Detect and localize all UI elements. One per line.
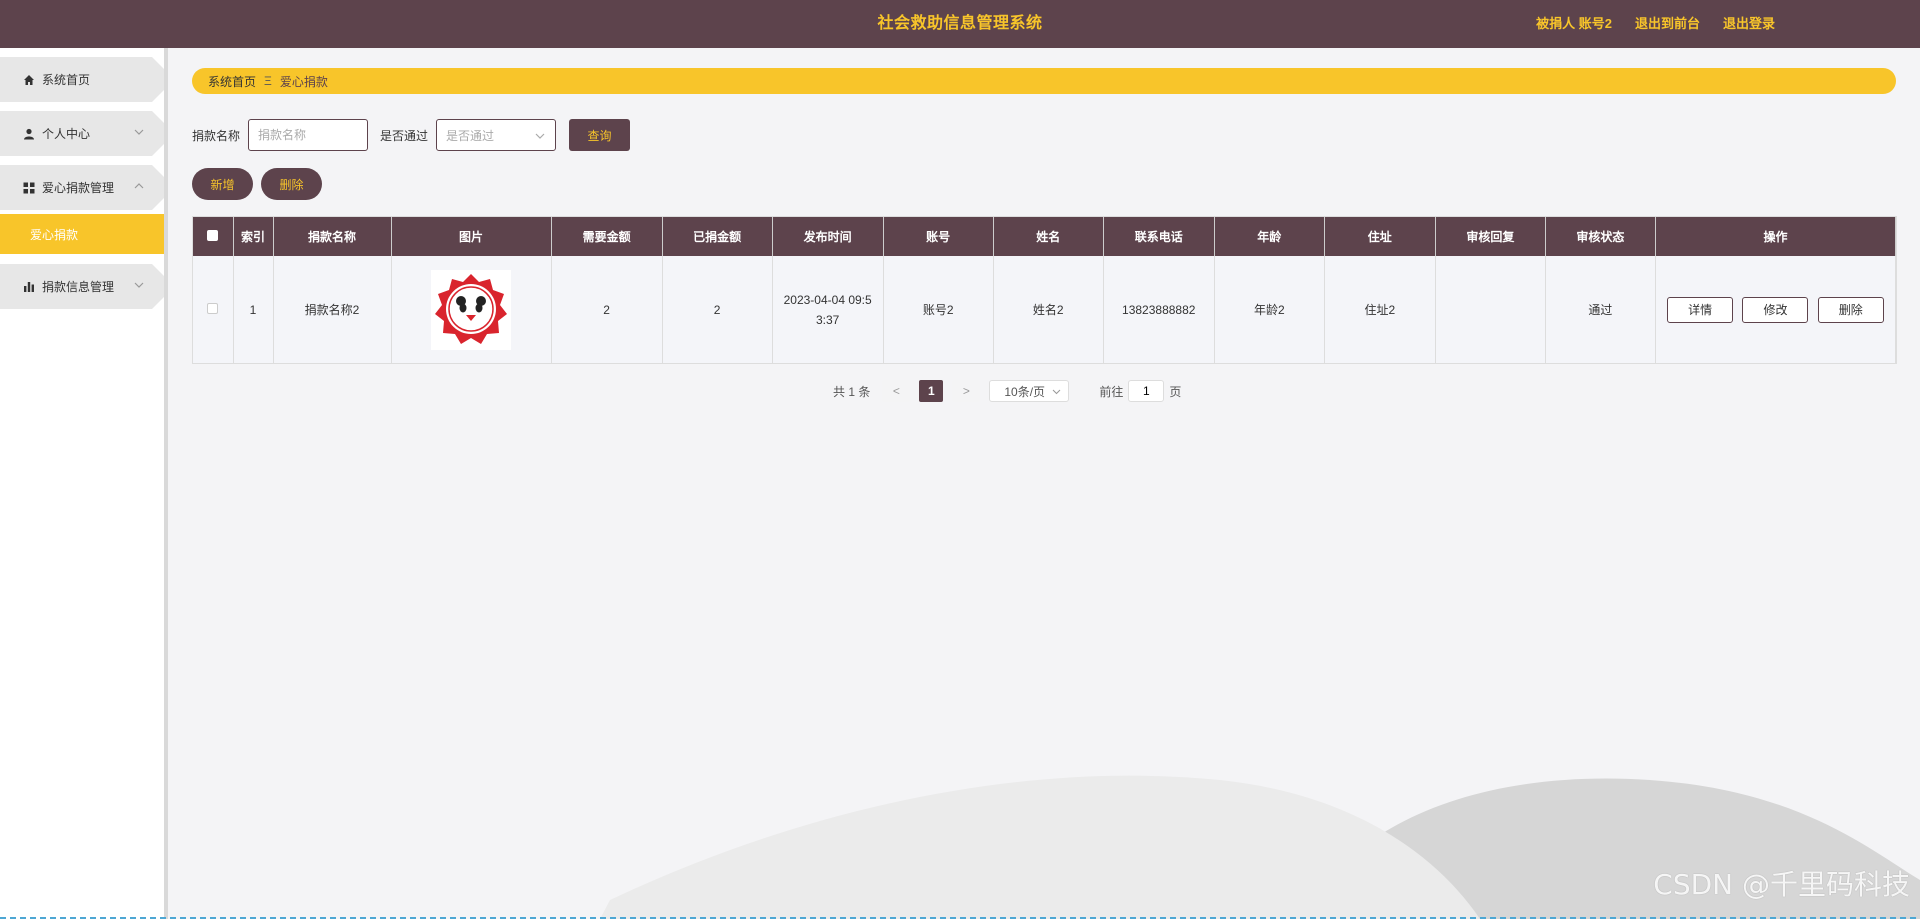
pagination-total: 共 1 条 <box>833 384 871 399</box>
home-icon <box>22 73 36 87</box>
cell-age: 年龄2 <box>1214 256 1325 363</box>
column-header: 已捐金额 <box>662 217 773 256</box>
sidebar-item-donation-info-management[interactable]: 捐款信息管理 <box>0 264 164 309</box>
row-checkbox[interactable] <box>207 302 219 314</box>
edit-button[interactable]: 修改 <box>1742 296 1809 323</box>
goto-page: 前往 页 <box>1099 380 1181 402</box>
sidebar-item-home[interactable]: 系统首页 <box>0 57 164 102</box>
cell-operations: 详情 修改 删除 <box>1655 256 1897 363</box>
pass-status-select[interactable]: 是否通过 <box>436 119 557 151</box>
data-table: 索引 捐款名称 图片 需要金额 已捐金额 发布时间 账号 姓名 联系电话 年龄 … <box>192 216 1897 364</box>
cell-realname: 姓名2 <box>993 256 1104 363</box>
pass-status-label: 是否通过 <box>380 128 429 143</box>
goto-prefix: 前往 <box>1099 384 1124 399</box>
breadcrumb-separator: Ξ <box>264 74 272 88</box>
sidebar-item-label: 系统首页 <box>42 73 91 87</box>
select-all-cell[interactable] <box>193 217 234 256</box>
batch-delete-button[interactable]: 删除 <box>261 168 322 200</box>
table-row: 1 捐款名称2 2 2 2023-04-04 09:53:37 账号2 姓名2 … <box>193 256 1897 363</box>
prev-page-button[interactable]: < <box>882 380 911 402</box>
cell-need-amount: 2 <box>551 256 663 363</box>
column-header: 需要金额 <box>551 217 663 256</box>
page-size-value: 10条/页 <box>1004 384 1046 399</box>
breadcrumb-home[interactable]: 系统首页 <box>208 73 256 90</box>
pagination: 共 1 条 < 1 > 10条/页 前往 页 <box>833 380 1181 402</box>
sidebar-subitem-label: 爱心捐款 <box>30 227 79 242</box>
cell-address: 住址2 <box>1324 256 1436 363</box>
chevron-down-icon <box>132 278 146 292</box>
sidebar-item-label: 爱心捐款管理 <box>42 181 115 195</box>
column-header: 联系电话 <box>1103 217 1215 256</box>
chevron-down-icon <box>132 125 146 139</box>
table-header-row: 索引 捐款名称 图片 需要金额 已捐金额 发布时间 账号 姓名 联系电话 年龄 … <box>193 217 1897 256</box>
cell-review-reply <box>1435 256 1546 363</box>
current-user-label[interactable]: 被捐人 账号2 <box>1536 0 1612 48</box>
charity-logo-icon <box>435 273 508 344</box>
sidebar-item-personal-center[interactable]: 个人中心 <box>0 111 164 156</box>
column-header: 审核回复 <box>1435 217 1546 256</box>
cell-image <box>391 256 552 363</box>
goto-suffix: 页 <box>1169 384 1182 399</box>
grid-icon <box>22 181 36 195</box>
query-button[interactable]: 查询 <box>569 119 631 151</box>
cell-publish-time: 2023-04-04 09:53:37 <box>772 256 884 363</box>
cell-index: 1 <box>233 256 274 363</box>
cell-review-status: 通过 <box>1545 256 1656 363</box>
column-header: 姓名 <box>993 217 1104 256</box>
column-header: 索引 <box>233 217 274 256</box>
column-header: 发布时间 <box>772 217 884 256</box>
logout-link[interactable]: 退出登录 <box>1723 0 1775 48</box>
add-button[interactable]: 新增 <box>192 168 253 200</box>
bar-chart-icon <box>22 280 36 294</box>
sidebar: 系统首页 个人中心 爱心捐款管理 爱心捐款 捐款信息管理 <box>0 48 168 919</box>
column-header: 捐款名称 <box>273 217 392 256</box>
next-page-button[interactable]: > <box>952 380 981 402</box>
cell-phone: 13823888882 <box>1103 256 1215 363</box>
top-header: 社会救助信息管理系统 被捐人 账号2 退出到前台 退出登录 <box>0 0 1920 48</box>
detail-button[interactable]: 详情 <box>1667 296 1734 323</box>
row-select-cell[interactable] <box>193 256 234 363</box>
user-icon <box>22 127 36 141</box>
breadcrumb: 系统首页 Ξ 爱心捐款 <box>192 68 1896 94</box>
chevron-up-icon <box>132 179 146 193</box>
column-header: 操作 <box>1655 217 1897 256</box>
delete-button[interactable]: 删除 <box>1817 296 1884 323</box>
column-header: 审核状态 <box>1545 217 1656 256</box>
column-header: 年龄 <box>1214 217 1325 256</box>
cell-donated-amount: 2 <box>662 256 773 363</box>
exit-to-front-link[interactable]: 退出到前台 <box>1635 0 1700 48</box>
donation-name-label: 捐款名称 <box>192 128 241 143</box>
sidebar-subitem-donation[interactable]: 爱心捐款 <box>0 214 164 254</box>
pass-status-placeholder: 是否通过 <box>446 128 495 143</box>
select-all-checkbox[interactable] <box>207 229 219 241</box>
cell-account: 账号2 <box>883 256 994 363</box>
breadcrumb-current: 爱心捐款 <box>279 74 328 89</box>
goto-page-input[interactable] <box>1128 380 1165 402</box>
donation-image <box>431 269 512 350</box>
sidebar-item-label: 个人中心 <box>42 127 91 141</box>
column-header: 图片 <box>391 217 552 256</box>
chevron-down-icon <box>1051 386 1062 397</box>
column-header: 账号 <box>883 217 994 256</box>
donation-name-input[interactable] <box>248 119 369 151</box>
sidebar-item-donation-management[interactable]: 爱心捐款管理 <box>0 165 164 210</box>
column-header: 住址 <box>1324 217 1436 256</box>
page-size-select[interactable]: 10条/页 <box>989 380 1070 402</box>
page-number-button[interactable]: 1 <box>919 380 944 402</box>
action-bar: 新增 删除 <box>192 168 322 200</box>
sidebar-item-label: 捐款信息管理 <box>42 280 115 294</box>
search-bar: 捐款名称 是否通过 是否通过 查询 <box>192 119 631 151</box>
header-actions: 被捐人 账号2 退出到前台 退出登录 <box>1536 0 1775 48</box>
cell-name: 捐款名称2 <box>273 256 392 363</box>
chevron-down-icon <box>533 129 547 143</box>
csdn-watermark: CSDN @千里码科技 <box>1653 868 1910 901</box>
